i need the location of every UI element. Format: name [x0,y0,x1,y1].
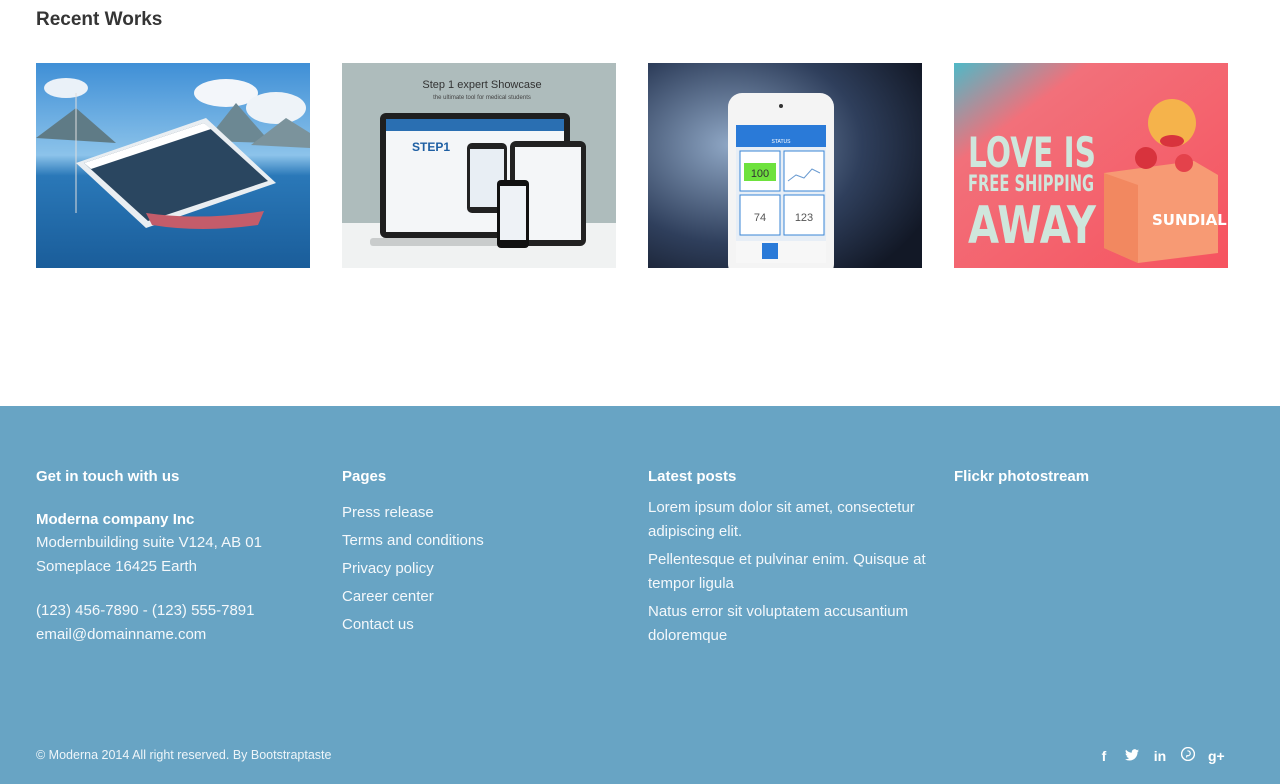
love-is-shipping-image: LOVE IS FREE SHIPPING AWAY SUNDIAL [954,63,1228,268]
brand-label: SUNDIAL [1152,211,1227,229]
flickr-column: Flickr photostream [954,468,1244,508]
facebook-icon[interactable]: f [1096,747,1112,765]
company-name: Moderna company Inc [36,511,195,528]
step1-badge: STEP1 [412,140,450,154]
phone-numbers: (123) 456-7890 - (123) 555-7891 [36,602,255,619]
status-value-2: 74 [754,212,766,224]
work-item-1[interactable] [36,63,310,268]
latest-posts-title: Latest posts [648,468,737,485]
works-gallery: Step 1 expert Showcase the ultimate tool… [36,63,1228,268]
promo-line-3: AWAY [968,196,1097,256]
social-links: f in g+ [1096,746,1225,765]
status-value-1: 100 [751,168,769,180]
post-link[interactable]: Natus error sit voluptatem accusantium d… [648,600,928,648]
work-item-3[interactable]: STATUS 100 74 123 [648,63,922,268]
posts-list: Lorem ipsum dolor sit amet, consectetur … [648,496,938,648]
showcase-headline: Step 1 expert Showcase [422,79,541,91]
recent-works-title: Recent Works [36,9,163,30]
mobile-status-app-image: STATUS 100 74 123 [648,63,922,268]
address-line-1: Modernbuilding suite V124, AB 01 [36,534,262,551]
post-link[interactable]: Pellentesque et pulvinar enim. Quisque a… [648,548,928,596]
flickr-title: Flickr photostream [954,468,1090,485]
address-line-2: Someplace 16425 Earth [36,557,197,575]
promo-line-2: FREE SHIPPING [968,172,1094,197]
latest-posts-column: Latest posts Lorem ipsum dolor sit amet,… [648,468,938,652]
pinterest-icon[interactable] [1180,746,1196,765]
copyright-text: © Moderna 2014 All right reserved. By Bo… [36,748,332,762]
site-footer: Get in touch with us Moderna company Inc… [0,406,1280,784]
status-header: STATUS [772,139,792,145]
link-press-release[interactable]: Press release [342,499,632,527]
link-terms-and-conditions[interactable]: Terms and conditions [342,527,632,555]
pages-column: Pages Press release Terms and conditions… [342,468,632,639]
email-address: email@domainname.com [36,625,207,643]
work-item-4[interactable]: LOVE IS FREE SHIPPING AWAY SUNDIAL [954,63,1228,268]
recent-works-section: Recent Works Step 1 expert Showcase the … [0,0,1280,406]
post-link[interactable]: Lorem ipsum dolor sit amet, consectetur … [648,496,928,544]
linkedin-icon[interactable]: in [1152,747,1168,765]
status-value-3: 123 [795,212,813,224]
work-item-2[interactable]: Step 1 expert Showcase the ultimate tool… [342,63,616,268]
contact-column: Get in touch with us Moderna company Inc… [36,468,326,646]
google-plus-icon[interactable]: g+ [1208,747,1225,765]
contact-title: Get in touch with us [36,468,180,485]
pages-title: Pages [342,468,387,485]
landscape-website-mockup-image [36,63,310,268]
step1-expert-showcase-image: Step 1 expert Showcase the ultimate tool… [342,63,616,268]
link-contact-us[interactable]: Contact us [342,611,632,639]
twitter-icon[interactable] [1124,747,1140,765]
showcase-subline: the ultimate tool for medical students [433,95,531,101]
link-career-center[interactable]: Career center [342,583,632,611]
promo-line-1: LOVE IS [968,128,1096,177]
pages-list: Press release Terms and conditions Priva… [342,499,632,639]
link-privacy-policy[interactable]: Privacy policy [342,555,632,583]
